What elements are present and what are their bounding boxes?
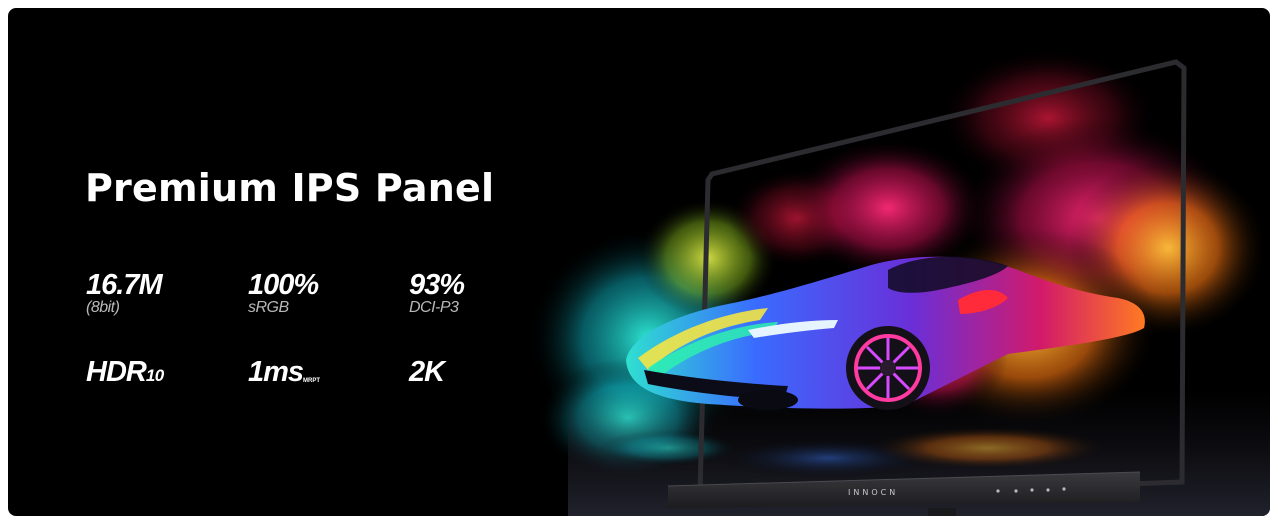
spec-srgb: 100% sRGB [248, 269, 319, 316]
spec-value: 1msMRPT [248, 357, 320, 396]
spec-resolution: 2K [409, 356, 445, 388]
spec-value: HDR10 [86, 357, 164, 391]
hdr-label: HDR [86, 356, 147, 388]
spec-value: 100% [248, 269, 319, 301]
spec-value: 2K [409, 356, 445, 388]
spec-dci-p3: 93% DCI-P3 [409, 269, 465, 316]
product-scene [528, 48, 1270, 516]
spec-response-time: 1msMRPT [248, 357, 320, 396]
spec-value: 93% [409, 269, 465, 301]
spec-value: 16.7M [86, 269, 163, 301]
mprt-label: MRPT [303, 378, 321, 384]
spec-subtitle: sRGB [248, 299, 289, 316]
spec-color-depth: 16.7M (8bit) [86, 269, 163, 316]
spec-subtitle: DCI-P3 [409, 299, 459, 316]
hdr-version: 10 [145, 366, 164, 385]
brand-logo: INNOCN [848, 488, 899, 497]
spec-hdr: HDR10 [86, 357, 164, 391]
headline: Premium IPS Panel [85, 166, 495, 210]
promo-banner: Premium IPS Panel 16.7M (8bit) 100% sRGB… [8, 8, 1270, 516]
spec-subtitle: (8bit) [86, 299, 120, 316]
response-time-label: 1ms [248, 356, 304, 388]
